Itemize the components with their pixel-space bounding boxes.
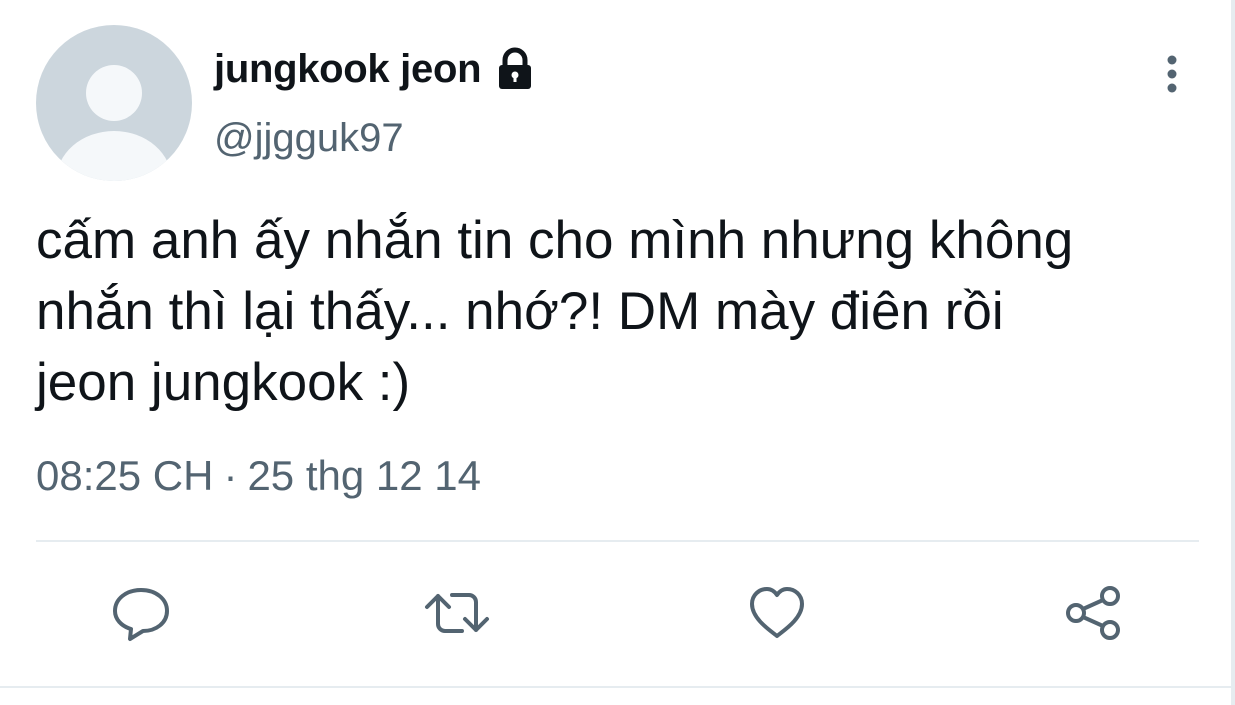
avatar[interactable] xyxy=(36,25,192,181)
avatar-head-shape xyxy=(86,65,142,121)
reply-icon xyxy=(110,582,172,644)
display-name-row: jungkook jeon xyxy=(214,44,537,94)
tweet-card: jungkook jeon @jjgguk97 cấm anh ấy nhắn … xyxy=(0,0,1235,705)
avatar-body-shape xyxy=(56,131,172,181)
tweet-date: 25 thg 12 14 xyxy=(247,452,481,499)
tweet-timestamp[interactable]: 08:25 CH · 25 thg 12 14 xyxy=(36,452,481,500)
action-bar xyxy=(0,580,1235,650)
retweet-button[interactable] xyxy=(424,580,490,646)
more-vertical-icon[interactable] xyxy=(1152,52,1192,96)
display-name[interactable]: jungkook jeon xyxy=(214,47,482,92)
retweet-icon xyxy=(424,582,490,644)
heart-icon xyxy=(746,582,808,644)
right-edge-border xyxy=(1231,0,1235,705)
tweet-text: cấm anh ấy nhắn tin cho mình nhưng không… xyxy=(36,211,1074,412)
lock-icon xyxy=(493,47,537,91)
tweet-time: 08:25 CH xyxy=(36,452,214,499)
like-button[interactable] xyxy=(744,580,810,646)
user-handle[interactable]: @jjgguk97 xyxy=(214,116,404,161)
share-button[interactable] xyxy=(1060,580,1126,646)
reply-button[interactable] xyxy=(108,580,174,646)
share-icon xyxy=(1062,582,1124,644)
divider xyxy=(36,540,1199,542)
timestamp-separator: · xyxy=(223,452,238,499)
bottom-divider xyxy=(0,686,1235,688)
